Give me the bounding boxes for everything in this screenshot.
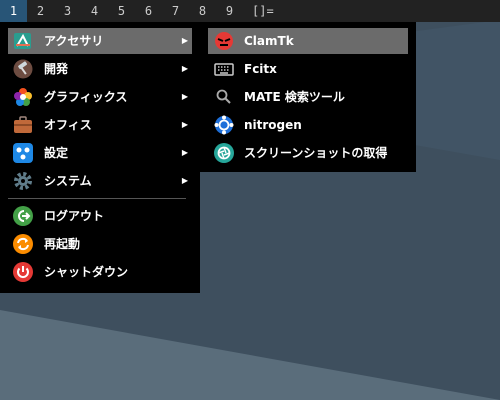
main-menu: アクセサリ ▶ 開発 ▶ グラフィックス ▶ オフィス ▶ 設定 ▶ システム … bbox=[0, 22, 200, 293]
submenu-arrow-icon: ▶ bbox=[181, 120, 188, 129]
submenu-arrow-icon: ▶ bbox=[181, 36, 188, 45]
menu-item-settings[interactable]: 設定 ▶ bbox=[8, 140, 192, 166]
menu-item-restart[interactable]: 再起動 bbox=[8, 231, 192, 257]
menu-item-label: グラフィックス bbox=[44, 90, 128, 104]
submenu-arrow-icon: ▶ bbox=[181, 148, 188, 157]
graphics-icon bbox=[14, 88, 32, 106]
submenu-item-fcitx[interactable]: Fcitx bbox=[208, 56, 408, 82]
menu-item-label: オフィス bbox=[44, 118, 92, 132]
menu-item-office[interactable]: オフィス ▶ bbox=[8, 112, 192, 138]
menu-item-label: アクセサリ bbox=[44, 34, 104, 48]
gear-icon bbox=[14, 172, 32, 190]
menu-item-system[interactable]: システム ▶ bbox=[8, 168, 192, 194]
menu-item-label: システム bbox=[44, 174, 92, 188]
menu-item-label: Fcitx bbox=[244, 62, 277, 76]
screenshot-icon bbox=[214, 143, 234, 163]
menu-item-graphics[interactable]: グラフィックス ▶ bbox=[8, 84, 192, 110]
workspace-5-button[interactable]: 5 bbox=[108, 0, 135, 22]
taskbar: 1 2 3 4 5 6 7 8 9 []= bbox=[0, 0, 500, 22]
submenu-arrow-icon: ▶ bbox=[181, 176, 188, 185]
accessories-submenu: ClamTk Fcitx MATE 検索ツール nitrogen スクリーンショ… bbox=[200, 22, 416, 172]
keyboard-icon bbox=[214, 63, 234, 76]
workspace-7-button[interactable]: 7 bbox=[162, 0, 189, 22]
workspace-9-button[interactable]: 9 bbox=[216, 0, 243, 22]
menu-item-logout[interactable]: ログアウト bbox=[8, 203, 192, 229]
clamtk-icon bbox=[215, 32, 233, 50]
submenu-item-clamtk[interactable]: ClamTk bbox=[208, 28, 408, 54]
power-icon bbox=[13, 262, 33, 282]
workspace-8-button[interactable]: 8 bbox=[189, 0, 216, 22]
menu-item-label: シャットダウン bbox=[44, 265, 129, 279]
menu-item-label: 設定 bbox=[44, 146, 69, 160]
menu-item-label: 開発 bbox=[44, 62, 69, 76]
submenu-item-mate-search[interactable]: MATE 検索ツール bbox=[208, 84, 408, 110]
search-icon bbox=[216, 89, 231, 104]
nitrogen-icon bbox=[214, 115, 234, 135]
settings-icon bbox=[13, 143, 33, 163]
menu-item-shutdown[interactable]: シャットダウン bbox=[8, 259, 192, 285]
layout-indicator[interactable]: []= bbox=[252, 0, 274, 22]
menu-item-label: スクリーンショットの取得 bbox=[244, 146, 388, 160]
submenu-arrow-icon: ▶ bbox=[181, 64, 188, 73]
workspace-3-button[interactable]: 3 bbox=[54, 0, 81, 22]
submenu-item-screenshot[interactable]: スクリーンショットの取得 bbox=[208, 140, 408, 166]
hammer-icon bbox=[13, 59, 33, 79]
accessories-icon bbox=[14, 33, 31, 49]
submenu-item-nitrogen[interactable]: nitrogen bbox=[208, 112, 408, 138]
logout-icon bbox=[13, 206, 33, 226]
restart-icon bbox=[13, 234, 33, 254]
submenu-arrow-icon: ▶ bbox=[181, 92, 188, 101]
menu-item-accessories[interactable]: アクセサリ ▶ bbox=[8, 28, 192, 54]
workspace-6-button[interactable]: 6 bbox=[135, 0, 162, 22]
menu-item-label: ログアウト bbox=[44, 209, 105, 223]
menu-item-label: 再起動 bbox=[44, 237, 81, 251]
menu-item-label: MATE 検索ツール bbox=[244, 90, 345, 104]
menu-item-label: nitrogen bbox=[244, 118, 302, 132]
briefcase-icon bbox=[14, 116, 32, 133]
workspace-4-button[interactable]: 4 bbox=[81, 0, 108, 22]
menu-item-development[interactable]: 開発 ▶ bbox=[8, 56, 192, 82]
menu-item-label: ClamTk bbox=[244, 34, 294, 48]
menu-separator bbox=[8, 198, 186, 199]
workspace-2-button[interactable]: 2 bbox=[27, 0, 54, 22]
workspace-1-button[interactable]: 1 bbox=[0, 0, 27, 22]
